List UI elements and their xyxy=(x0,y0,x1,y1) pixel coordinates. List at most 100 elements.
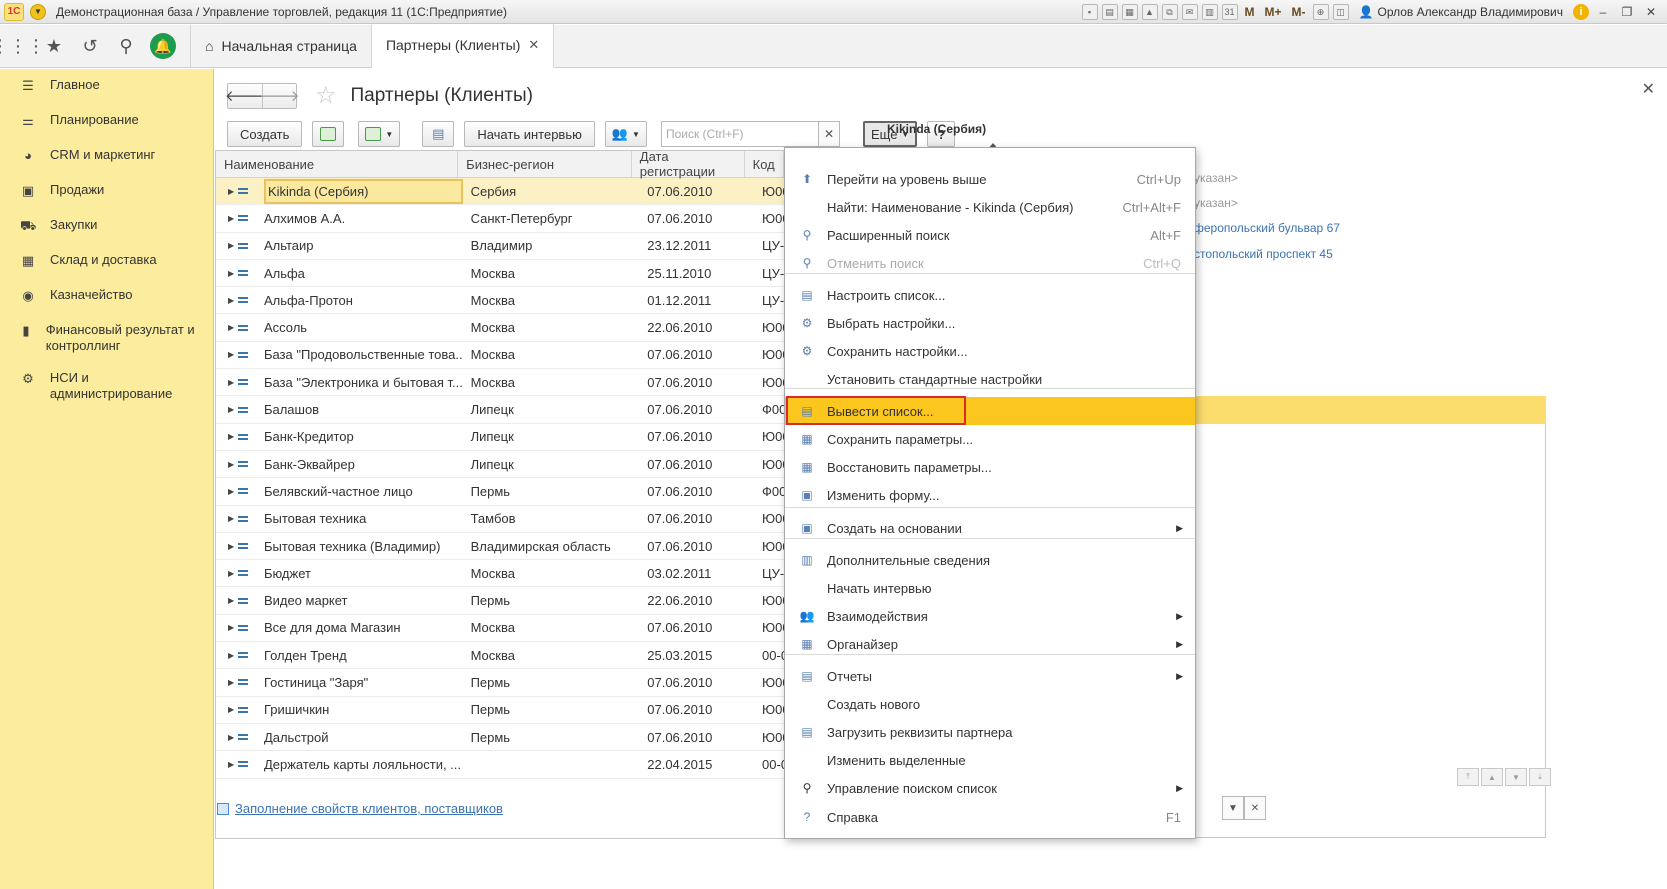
link-icon[interactable]: ⧉ xyxy=(1161,4,1178,20)
last-page-icon[interactable]: ⤓ xyxy=(1529,768,1551,786)
restore-button[interactable]: ❐ xyxy=(1617,5,1637,19)
copy-button[interactable] xyxy=(312,121,345,147)
close-tab-icon[interactable]: ✕ xyxy=(528,37,539,53)
menu-item-19[interactable]: Создать нового xyxy=(785,690,1195,718)
favorite-star-icon[interactable]: ☆ xyxy=(315,81,337,110)
sidebar-item-crm[interactable]: ◕ CRM и маркетинг xyxy=(0,139,213,174)
forward-arrow-icon[interactable]: 🡒 xyxy=(259,83,300,108)
expand-arrow-icon[interactable]: ▶ xyxy=(216,487,236,496)
expand-arrow-icon[interactable]: ▶ xyxy=(216,542,236,551)
table-row[interactable]: ▶ Гришичкин Пермь 07.06.2010 Ю00 xyxy=(216,697,784,724)
expand-arrow-icon[interactable]: ▶ xyxy=(216,596,236,605)
table-row[interactable]: ▶ Видео маркет Пермь 22.06.2010 Ю00 xyxy=(216,587,784,615)
attach-icon[interactable]: ▲ xyxy=(1141,4,1158,20)
main-menu-button[interactable]: ▼ xyxy=(30,3,46,20)
expand-arrow-icon[interactable]: ▶ xyxy=(216,460,236,469)
expand-arrow-icon[interactable]: ▶ xyxy=(216,678,236,687)
expand-arrow-icon[interactable]: ▶ xyxy=(216,350,236,359)
table-row[interactable]: ▶ База "Электроника и бытовая т... Москва 0… xyxy=(216,369,784,397)
menu-item-20[interactable]: ▤ Загрузить реквизиты партнера xyxy=(785,718,1195,746)
print-icon[interactable]: ▤ xyxy=(1101,4,1118,20)
save-icon[interactable]: ▪ xyxy=(1081,4,1098,20)
current-user[interactable]: 👤 Орлов Александр Владимирович xyxy=(1359,5,1563,19)
sidebar-item-planning[interactable]: ⚌ Планирование xyxy=(0,104,213,139)
calendar-icon[interactable]: 31 xyxy=(1221,4,1238,20)
first-page-icon[interactable]: ⤒ xyxy=(1457,768,1479,786)
table-row[interactable]: ▶ Альфа-Протон Москва 01.12.2011 ЦУ-0 xyxy=(216,287,784,315)
preview-icon[interactable]: ▦ xyxy=(1121,4,1138,20)
expand-arrow-icon[interactable]: ▶ xyxy=(216,214,236,223)
address-link-1[interactable]: феропольский бульвар 67 xyxy=(1194,221,1340,235)
expand-arrow-icon[interactable]: ▶ xyxy=(216,241,236,250)
table-row[interactable]: ▶ Голден Тренд Москва 25.03.2015 00-0 xyxy=(216,642,784,670)
memory-plus-button[interactable]: M+ xyxy=(1262,5,1285,19)
expand-arrow-icon[interactable]: ▶ xyxy=(216,296,236,305)
menu-item-10[interactable]: ▦ Сохранить параметры... xyxy=(785,425,1195,453)
search-icon[interactable]: ⚲ xyxy=(108,25,144,68)
clear-search-icon[interactable]: ✕ xyxy=(817,121,840,147)
menu-item-18[interactable]: ▤ Отчеты ▶ xyxy=(785,662,1195,690)
table-row[interactable]: ▶ Kikinda (Сербия) Сербия 07.06.2010 Ю00 xyxy=(216,178,784,206)
expand-arrow-icon[interactable]: ▶ xyxy=(216,651,236,660)
table-row[interactable]: ▶ Банк-Эквайрер Липецк 07.06.2010 Ю00 xyxy=(216,451,784,479)
menu-item-9[interactable]: ▤ Вывести список... xyxy=(785,396,1195,425)
menu-item-11[interactable]: ▦ Восстановить параметры... xyxy=(785,453,1195,481)
table-row[interactable]: ▶ Балашов Липецк 07.06.2010 Ф00 xyxy=(216,396,784,424)
table-row[interactable]: ▶ Бытовая техника Тамбов 07.06.2010 Ю00 xyxy=(216,506,784,533)
table-row[interactable]: ▶ Ассоль Москва 22.06.2010 Ю00 xyxy=(216,314,784,342)
menu-item-12[interactable]: ▣ Изменить форму... xyxy=(785,481,1195,509)
close-window-button[interactable]: ✕ xyxy=(1641,5,1661,19)
sidebar-item-finance[interactable]: ▮ Финансовый результат и контроллинг xyxy=(0,314,213,362)
calculator-icon[interactable]: ▥ xyxy=(1201,4,1218,20)
menu-item-23[interactable]: ? Справка F1 xyxy=(785,803,1195,831)
details-button[interactable]: ▤ xyxy=(422,121,455,147)
page-up-icon[interactable]: ▲ xyxy=(1481,768,1503,786)
table-row[interactable]: ▶ Альтаир Владимир 23.12.2011 ЦУ-0 xyxy=(216,233,784,260)
table-row[interactable]: ▶ Бюджет Москва 03.02.2011 ЦУ-0 xyxy=(216,560,784,588)
close-form-icon[interactable]: ✕ xyxy=(1642,79,1655,99)
expand-arrow-icon[interactable]: ▶ xyxy=(216,269,236,278)
back-arrow-icon[interactable]: 🡐 xyxy=(225,84,265,108)
table-row[interactable]: ▶ Альфа Москва 25.11.2010 ЦУ-0 xyxy=(216,260,784,288)
chevron-down-icon[interactable]: ▼ xyxy=(1222,796,1244,820)
column-header-date[interactable]: Дата регистрации xyxy=(632,151,745,179)
column-header-name[interactable]: Наименование xyxy=(216,151,459,177)
mail-icon[interactable]: ✉ xyxy=(1181,4,1198,20)
expand-arrow-icon[interactable]: ▶ xyxy=(216,323,236,332)
table-row[interactable]: ▶ Банк-Кредитор Липецк 07.06.2010 Ю00 xyxy=(216,424,784,451)
expand-arrow-icon[interactable]: ▶ xyxy=(216,569,236,578)
expand-arrow-icon[interactable]: ▶ xyxy=(216,432,236,441)
table-row[interactable]: ▶ Держатель карты лояльности, ... 22.04.20… xyxy=(216,751,784,779)
minimize-button[interactable]: – xyxy=(1593,5,1613,19)
expand-arrow-icon[interactable]: ▶ xyxy=(216,705,236,714)
notifications-bell-icon[interactable]: 🔔 xyxy=(150,33,176,59)
page-down-icon[interactable]: ▼ xyxy=(1505,768,1527,786)
create-based-button[interactable]: ▼ xyxy=(358,121,401,147)
start-interview-button[interactable]: Начать интервью xyxy=(464,121,595,147)
column-header-region[interactable]: Бизнес-регион xyxy=(458,151,632,177)
menu-item-22[interactable]: ⚲ Управление поиском список ▶ xyxy=(785,774,1195,802)
address-link-2[interactable]: стопольский проспект 45 xyxy=(1194,247,1333,261)
menu-item-7[interactable]: ⚙ Сохранить настройки... xyxy=(785,337,1195,365)
menu-item-1[interactable]: ⬆ Перейти на уровень выше Ctrl+Up xyxy=(785,165,1195,193)
sidebar-item-sales[interactable]: ▣ Продажи xyxy=(0,174,213,209)
zoom-icon[interactable]: ⊕ xyxy=(1312,4,1329,20)
menu-item-5[interactable]: ▤ Настроить список... xyxy=(785,281,1195,309)
menu-item-14[interactable]: ▥ Дополнительные сведения xyxy=(785,546,1195,574)
menu-item-21[interactable]: Изменить выделенные xyxy=(785,746,1195,774)
menu-item-15[interactable]: Начать интервью xyxy=(785,574,1195,602)
expand-arrow-icon[interactable]: ▶ xyxy=(216,187,236,196)
favorites-star-icon[interactable]: ★ xyxy=(36,25,72,68)
info-icon[interactable]: i xyxy=(1573,4,1589,20)
table-row[interactable]: ▶ Гостиница "Заря" Пермь 07.06.2010 Ю00 xyxy=(216,669,784,697)
expand-arrow-icon[interactable]: ▶ xyxy=(216,760,236,769)
tab-home[interactable]: ⌂ Начальная страница xyxy=(190,24,372,68)
table-row[interactable]: ▶ Бытовая техника (Владимир) Владимирская … xyxy=(216,533,784,561)
sidebar-item-purchases[interactable]: ⛟ Закупки xyxy=(0,209,213,244)
column-header-code[interactable]: Код xyxy=(745,151,784,177)
panels-icon[interactable]: ◫ xyxy=(1332,4,1349,20)
menu-item-16[interactable]: 👥 Взаимодействия ▶ xyxy=(785,602,1195,630)
fill-properties-link[interactable]: Заполнение свойств клиентов, поставщиков xyxy=(235,801,503,816)
expand-arrow-icon[interactable]: ▶ xyxy=(216,378,236,387)
sidebar-item-warehouse[interactable]: ▦ Склад и доставка xyxy=(0,244,213,279)
